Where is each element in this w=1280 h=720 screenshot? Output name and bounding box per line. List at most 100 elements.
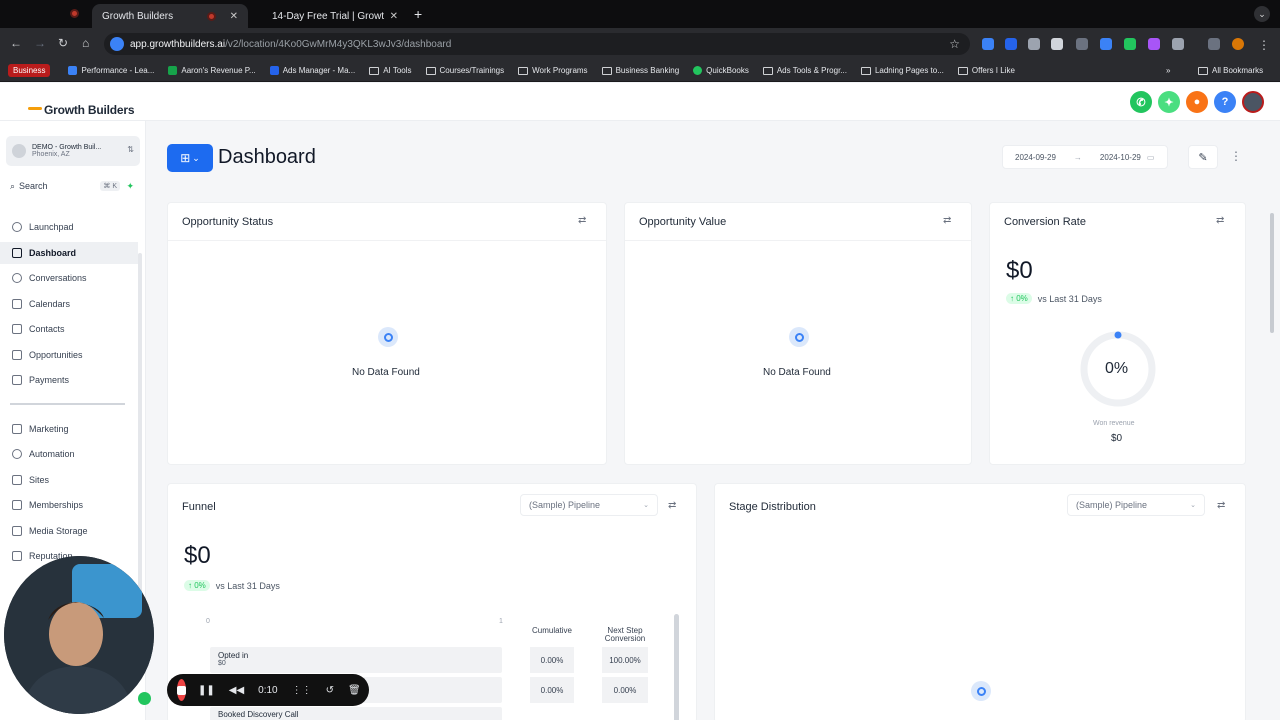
bookmark-folder[interactable]: Ads Tools & Progr... bbox=[762, 66, 847, 75]
rewind-icon[interactable]: ◀◀ bbox=[229, 685, 244, 696]
back-icon[interactable]: ← bbox=[10, 36, 22, 50]
notification-bell-icon[interactable]: ● bbox=[1186, 91, 1208, 113]
extension-icon[interactable] bbox=[1076, 38, 1088, 50]
pause-icon[interactable]: ❚❚ bbox=[198, 685, 215, 696]
date-range-picker[interactable]: 2024-09-29 → 2024-10-29 ▭ bbox=[1002, 145, 1168, 169]
extension-icon[interactable] bbox=[1100, 38, 1112, 50]
folder-icon bbox=[957, 66, 968, 75]
swap-icon[interactable]: ⇄ bbox=[578, 215, 586, 226]
bookmark-folder[interactable]: Offers I Like bbox=[957, 66, 1015, 75]
axis-min: 0 bbox=[206, 618, 210, 625]
trash-icon[interactable]: 🗑 bbox=[348, 685, 361, 696]
bookmark-label: Business Banking bbox=[615, 66, 680, 75]
sidebar-item-conversations[interactable]: Conversations bbox=[0, 267, 138, 289]
sidebar-item-media-storage[interactable]: Media Storage bbox=[0, 520, 138, 542]
tab-free-trial[interactable]: 14-Day Free Trial | Growth B... ✕ bbox=[262, 4, 408, 28]
stage-pipeline-select[interactable]: (Sample) Pipeline ⌄ bbox=[1067, 494, 1205, 516]
edit-dashboard-button[interactable]: ✎ bbox=[1188, 145, 1218, 169]
help-icon[interactable]: ? bbox=[1214, 91, 1236, 113]
bookmark-item[interactable]: QuickBooks bbox=[693, 66, 749, 75]
sidebar-item-opportunities[interactable]: Opportunities bbox=[0, 344, 138, 366]
forward-icon[interactable]: → bbox=[34, 36, 46, 50]
sidebar-item-automation[interactable]: Automation bbox=[0, 443, 138, 465]
quick-action-icon[interactable]: ✦ bbox=[126, 181, 134, 192]
bookmark-folder[interactable]: Business Banking bbox=[601, 66, 680, 75]
tab-growth-builders[interactable]: Growth Builders ✕ bbox=[92, 4, 248, 28]
app-header: Growth Builders ✆ ✦ ● ? bbox=[0, 83, 1280, 121]
next-step-cell: 0.00% bbox=[602, 677, 648, 703]
sidebar-item-dashboard[interactable]: Dashboard bbox=[0, 242, 138, 264]
swap-icon[interactable]: ⇄ bbox=[668, 500, 676, 511]
account-location: Phoenix, AZ bbox=[32, 151, 70, 158]
more-options-icon[interactable]: ⋮ bbox=[1230, 149, 1242, 163]
funnel-pipeline-select[interactable]: (Sample) Pipeline ⌄ bbox=[520, 494, 658, 516]
bookmark-folder[interactable]: Work Programs bbox=[518, 66, 588, 75]
account-switcher[interactable]: DEMO - Growth Buil... Phoenix, AZ ⇅ bbox=[6, 136, 140, 166]
sidebar-item-launchpad[interactable]: Launchpad bbox=[0, 216, 138, 238]
url-field[interactable]: app.growthbuilders.ai /v2/location/4Ko0G… bbox=[104, 33, 970, 55]
dashboard-switcher-button[interactable]: ⊞ ⌄ bbox=[167, 144, 213, 172]
bookmark-label: Offers I Like bbox=[971, 66, 1015, 75]
phone-icon[interactable]: ✆ bbox=[1130, 91, 1152, 113]
page-scrollbar[interactable] bbox=[1270, 213, 1274, 333]
sidebar-item-sites[interactable]: Sites bbox=[0, 469, 138, 491]
app-logo[interactable]: Growth Builders bbox=[44, 103, 135, 117]
bookmark-folder[interactable]: AI Tools bbox=[369, 66, 412, 75]
swap-icon[interactable]: ⇄ bbox=[1217, 500, 1225, 511]
megaphone-icon[interactable]: ✦ bbox=[1158, 91, 1180, 113]
extension-icon[interactable] bbox=[1051, 38, 1063, 50]
new-tab-icon[interactable]: + bbox=[414, 6, 422, 22]
user-avatar[interactable] bbox=[1242, 91, 1264, 113]
swap-icon[interactable]: ⇄ bbox=[1216, 215, 1224, 226]
close-tab-icon[interactable]: ✕ bbox=[390, 11, 398, 22]
bookmark-item[interactable]: Performance - Lea... bbox=[68, 66, 154, 75]
tab-search-icon[interactable]: ⌄ bbox=[1254, 6, 1270, 22]
compare-text: vs Last 31 Days bbox=[215, 580, 280, 591]
home-icon[interactable]: ⌂ bbox=[82, 36, 89, 50]
funnel-row[interactable]: Booked Discovery Call bbox=[210, 707, 502, 720]
folder-icon bbox=[425, 66, 436, 75]
sidebar-item-memberships[interactable]: Memberships bbox=[0, 494, 138, 516]
reload-icon[interactable]: ↻ bbox=[58, 36, 68, 50]
extension-icon[interactable] bbox=[1005, 38, 1017, 50]
profile-avatar[interactable] bbox=[1232, 38, 1244, 50]
opportunity-status-card: Opportunity Status ⇄ No Data Found bbox=[167, 202, 607, 465]
all-bookmarks[interactable]: All Bookmarks bbox=[1198, 66, 1263, 75]
sites-icon bbox=[12, 475, 22, 485]
bookmark-favicon-icon bbox=[269, 66, 279, 75]
bookmark-folder[interactable]: Courses/Trainings bbox=[425, 66, 505, 75]
sidebar-search[interactable]: ⌕ Search ⌘ K ✦ bbox=[10, 178, 138, 194]
browser-menu-icon[interactable]: ⋮ bbox=[1258, 38, 1270, 52]
funnel-delta: ↑ 0% vs Last 31 Days bbox=[184, 580, 280, 591]
bookmark-business[interactable]: Business bbox=[8, 64, 51, 77]
drag-handle-icon[interactable]: ⋮⋮ bbox=[292, 685, 312, 696]
stop-recording-button[interactable] bbox=[177, 679, 186, 701]
bookmark-folder[interactable]: Ladning Pages to... bbox=[860, 66, 944, 75]
calendar-icon: ▭ bbox=[1146, 152, 1155, 162]
sidebar-item-label: Marketing bbox=[29, 424, 69, 434]
bookmark-item[interactable]: Aaron's Revenue P... bbox=[168, 66, 256, 75]
bookmark-item[interactable]: Ads Manager - Ma... bbox=[269, 66, 355, 75]
extension-icon[interactable] bbox=[1124, 38, 1136, 50]
bookmark-label: Courses/Trainings bbox=[439, 66, 505, 75]
card-title: Opportunity Status bbox=[182, 216, 274, 228]
sidebar-item-calendars[interactable]: Calendars bbox=[0, 293, 138, 315]
sidebar-item-payments[interactable]: Payments bbox=[0, 369, 138, 391]
funnel-scrollbar[interactable] bbox=[674, 614, 679, 720]
sidebar-item-marketing[interactable]: Marketing bbox=[0, 418, 138, 440]
axis-max: 1 bbox=[499, 618, 503, 625]
extension-icon[interactable] bbox=[1148, 38, 1160, 50]
extension-icon[interactable] bbox=[982, 38, 994, 50]
search-label: Search bbox=[19, 181, 48, 191]
extensions-puzzle-icon[interactable] bbox=[1172, 38, 1184, 50]
sidebar-item-contacts[interactable]: Contacts bbox=[0, 318, 138, 340]
extension-icon[interactable] bbox=[1028, 38, 1040, 50]
bookmarks-overflow-icon[interactable]: » bbox=[1166, 66, 1170, 75]
swap-icon[interactable]: ⇄ bbox=[943, 215, 951, 226]
funnel-row[interactable]: Opted in $0 bbox=[210, 647, 502, 673]
site-info-icon[interactable] bbox=[110, 37, 124, 51]
sidepanel-icon[interactable] bbox=[1208, 38, 1220, 50]
bookmark-star-icon[interactable]: ☆ bbox=[949, 37, 960, 51]
restart-icon[interactable]: ↺ bbox=[326, 685, 334, 696]
close-tab-icon[interactable]: ✕ bbox=[230, 11, 238, 22]
